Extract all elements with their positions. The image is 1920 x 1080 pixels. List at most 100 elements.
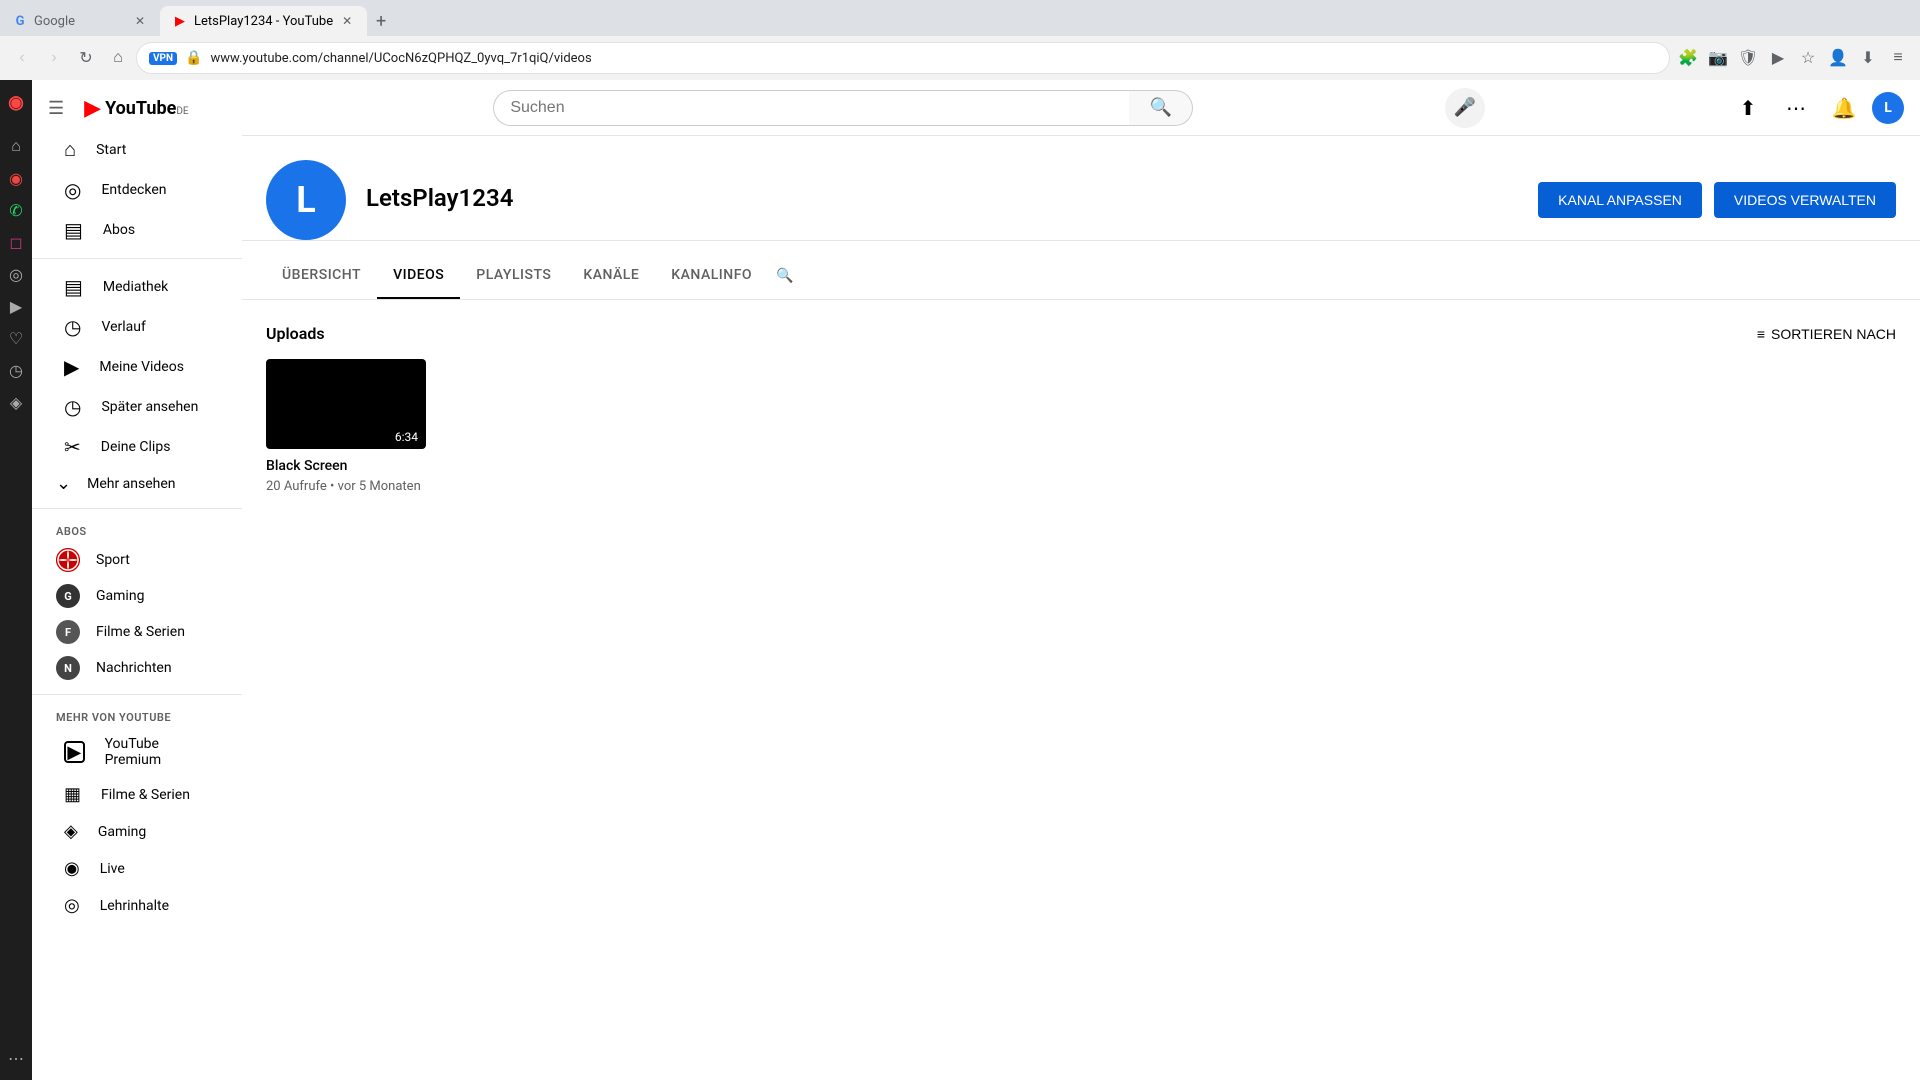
tab-ubersicht[interactable]: ÜBERSICHT [266, 253, 377, 299]
sub-item-gaming[interactable]: G Gaming [32, 578, 242, 614]
sub-item-filme-serien[interactable]: F Filme & Serien [32, 614, 242, 650]
new-tab-button[interactable]: + [367, 7, 395, 35]
profile-button[interactable]: 👤 [1824, 44, 1852, 72]
back-button[interactable]: ‹ [8, 44, 36, 72]
abos-icon: ▤ [64, 218, 83, 242]
bookmark-button[interactable]: ☆ [1794, 44, 1822, 72]
sidebar-item-mediathek[interactable]: ▤ Mediathek [40, 267, 234, 307]
sidebar-item-deine-clips[interactable]: ✂ Deine Clips [40, 427, 234, 467]
yt-premium-icon: ▶ [64, 741, 85, 763]
sub-item-sport[interactable]: Sport [32, 542, 242, 578]
channel-avatar: L [266, 160, 346, 240]
yt-gaming-label: Gaming [98, 824, 146, 840]
voice-search-button[interactable]: 🎤 [1445, 88, 1485, 128]
forward-button[interactable]: › [40, 44, 68, 72]
apps-icon[interactable]: ⋯ [1776, 88, 1816, 128]
opera-sidebar-location[interactable]: ◎ [2, 260, 30, 288]
sidebar-item-spaeter-ansehen[interactable]: ◷ Später ansehen [40, 387, 234, 427]
uploads-header: Uploads ≡ SORTIEREN NACH [266, 324, 1896, 343]
yt-logo-country: DE [176, 106, 188, 117]
videos-verwalten-button[interactable]: VIDEOS VERWALTEN [1714, 182, 1896, 218]
divider-3 [32, 694, 242, 695]
video-thumbnail: 6:34 [266, 359, 426, 449]
uploads-title: Uploads [266, 324, 325, 343]
tab-playlists[interactable]: PLAYLISTS [460, 253, 567, 299]
yt-live-label: Live [100, 861, 125, 877]
vpn-button[interactable]: 🛡 [1734, 44, 1762, 72]
tab-videos[interactable]: VIDEOS [377, 253, 460, 299]
sort-label: SORTIEREN NACH [1771, 326, 1896, 342]
mediathek-icon: ▤ [64, 275, 83, 299]
tab-kanalinfo[interactable]: KANALINFO [655, 253, 768, 299]
download-button[interactable]: ⬇ [1854, 44, 1882, 72]
yt-logo[interactable]: ▶ YouTube DE [84, 96, 188, 121]
mehr-ansehen-button[interactable]: ⌄ Mehr ansehen [32, 467, 242, 500]
tab-google-close[interactable]: ✕ [132, 13, 148, 29]
opera-sidebar-home[interactable]: ⌂ [2, 132, 30, 160]
tab-kanale[interactable]: KANÄLE [567, 253, 655, 299]
address-bar[interactable]: VPN 🔒 www.youtube.com/channel/UCocN6zQPH… [136, 42, 1670, 74]
reload-button[interactable]: ↻ [72, 44, 100, 72]
opera-sidebar-instagram[interactable]: ◻ [2, 228, 30, 256]
screenshot-button[interactable]: 📷 [1704, 44, 1732, 72]
kanal-anpassen-button[interactable]: KANAL ANPASSEN [1538, 182, 1702, 218]
sidebar-item-start[interactable]: ⌂ Start [40, 129, 234, 170]
channel-header: L LetsPlay1234 KANAL ANPASSEN VIDEOS VER… [242, 136, 1920, 241]
menu-button[interactable]: ≡ [1884, 44, 1912, 72]
abos-section-title: ABOS [32, 517, 242, 542]
extensions-button[interactable]: 🧩 [1674, 44, 1702, 72]
sidebar-item-yt-gaming[interactable]: ◈ Gaming [40, 813, 234, 850]
tab-youtube-close[interactable]: ✕ [339, 13, 355, 29]
start-icon: ⌂ [64, 137, 76, 162]
media-button[interactable]: ▶ [1764, 44, 1792, 72]
sidebar-item-yt-filme[interactable]: ▦ Filme & Serien [40, 776, 234, 813]
sidebar-item-verlauf[interactable]: ◷ Verlauf [40, 307, 234, 347]
tab-search[interactable]: 🔍 [768, 253, 801, 299]
divider-2 [32, 508, 242, 509]
spaeter-label: Später ansehen [101, 399, 198, 415]
channel-info: LetsPlay1234 [366, 184, 1518, 216]
channel-avatar-initial: L [296, 179, 315, 221]
lock-icon: 🔒 [185, 50, 202, 66]
search-button[interactable]: 🔍 [1129, 90, 1193, 126]
mehr-von-youtube-title: MEHR VON YOUTUBE [32, 703, 242, 728]
user-avatar[interactable]: L [1872, 92, 1904, 124]
meine-videos-label: Meine Videos [99, 359, 184, 375]
upload-icon[interactable]: ⬆ [1728, 88, 1768, 128]
opera-sidebar-news[interactable]: ◉ [2, 164, 30, 192]
sub-label-filme: Filme & Serien [96, 624, 185, 640]
tab-google[interactable]: G Google ✕ [0, 6, 160, 36]
opera-sidebar-alert[interactable]: ◈ [2, 388, 30, 416]
opera-sidebar-video[interactable]: ▶ [2, 292, 30, 320]
tab-youtube[interactable]: ▶ LetsPlay1234 - YouTube ✕ [160, 6, 367, 36]
sidebar-item-meine-videos[interactable]: ▶ Meine Videos [40, 347, 234, 387]
video-title: Black Screen [266, 457, 426, 475]
home-button[interactable]: ⌂ [104, 44, 132, 72]
sidebar-item-entdecken[interactable]: ◎ Entdecken [40, 170, 234, 210]
sort-button[interactable]: ≡ SORTIEREN NACH [1757, 326, 1896, 342]
opera-sidebar-logo[interactable]: ◉ [2, 88, 30, 116]
sub-avatar-gaming: G [56, 584, 80, 608]
notifications-icon[interactable]: 🔔 [1824, 88, 1864, 128]
hamburger-menu[interactable]: ☰ [48, 98, 64, 119]
yt-logo-icon: ▶ [84, 96, 101, 121]
verlauf-icon: ◷ [64, 315, 81, 339]
opera-sidebar-dots[interactable]: ⋯ [2, 1044, 30, 1072]
channel-name: LetsPlay1234 [366, 184, 1518, 212]
opera-sidebar-clock[interactable]: ◷ [2, 356, 30, 384]
tab-google-favicon: G [12, 13, 28, 29]
toolbar-right: 🧩 📷 🛡 ▶ ☆ 👤 ⬇ ≡ [1674, 44, 1912, 72]
sidebar-item-yt-lehrinhalte[interactable]: ◎ Lehrinhalte [40, 887, 234, 924]
sidebar-item-yt-live[interactable]: ◉ Live [40, 850, 234, 887]
browser-tabs-bar: G Google ✕ ▶ LetsPlay1234 - YouTube ✕ + [0, 0, 1920, 36]
sidebar-item-yt-premium[interactable]: ▶ YouTube Premium [40, 728, 234, 776]
yt-logo-text: YouTube [105, 98, 176, 119]
sidebar-item-abos[interactable]: ▤ Abos [40, 210, 234, 250]
search-input[interactable] [493, 90, 1129, 126]
sub-item-nachrichten[interactable]: N Nachrichten [32, 650, 242, 686]
video-card[interactable]: 6:34 Black Screen 20 Aufrufe • vor 5 Mon… [266, 359, 426, 494]
tab-youtube-favicon: ▶ [172, 13, 188, 29]
yt-lehrinhalte-label: Lehrinhalte [100, 898, 169, 914]
opera-sidebar-whatsapp[interactable]: ✆ [2, 196, 30, 224]
opera-sidebar-heart[interactable]: ♡ [2, 324, 30, 352]
